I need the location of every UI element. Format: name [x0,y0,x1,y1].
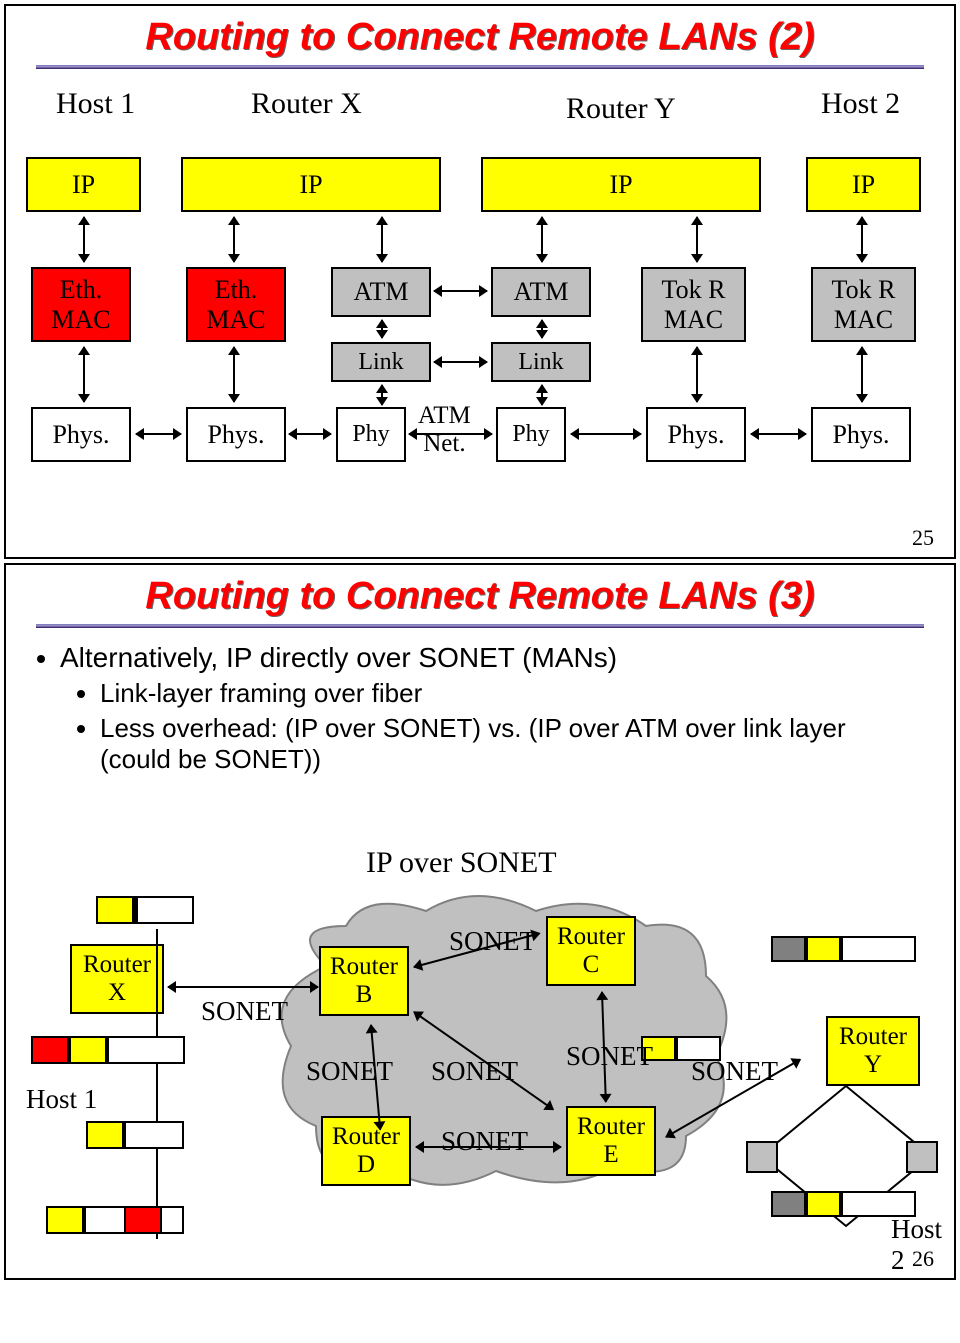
bullet-1: Alternatively, IP directly over SONET (M… [60,642,914,674]
phys-box-1: Phys. [31,407,131,462]
router-d: Router D [321,1116,411,1186]
ip-over-sonet-heading: IP over SONET [366,846,557,880]
arrow-v [83,217,85,262]
bullet-1a: Link-layer framing over fiber [100,678,914,709]
phys-box-2: Phys. [186,407,286,462]
tokrmac-box-1: Tok R MAC [641,267,746,342]
bullet-list: Alternatively, IP directly over SONET (M… [26,636,934,775]
router-c: Router C [546,916,636,986]
atm-box-2: ATM [491,267,591,317]
title-rule [36,624,924,628]
router-x: Router X [70,944,164,1014]
ip-box-1: IP [26,157,141,212]
arrow-h [136,433,181,435]
ip-box-3: IP [481,157,761,212]
ethmac-box-1: Eth. MAC [31,267,131,342]
slide2-body: Alternatively, IP directly over SONET (M… [26,636,934,1256]
pkt-box [806,1191,841,1217]
arrow-h [434,290,487,292]
bullet-1b: Less overhead: (IP over SONET) vs. (IP o… [100,713,914,775]
arrow-h [434,361,487,363]
tokrmac-box-2: Tok R MAC [811,267,916,342]
ethmac-box-2: Eth. MAC [186,267,286,342]
arrow-v [83,347,85,402]
arrow-v [381,320,383,338]
bus-line [156,929,158,1239]
sonet-label: SONET [691,1056,778,1087]
label-host1: Host 1 [26,1084,97,1115]
arrow-h [289,433,331,435]
ip-box-4: IP [806,157,921,212]
slide1-body: Host 1 Router X Router Y Host 2 IP IP IP… [26,77,934,557]
pkt-box [771,936,806,962]
phys-box-3: Phys. [646,407,746,462]
arrow-v [541,320,543,338]
pkt-box [107,1036,185,1064]
pkt-box [69,1036,107,1064]
pkt-box [134,896,194,924]
arrow-v [861,347,863,402]
arrow-v [696,217,698,262]
pkt-box [806,936,841,962]
pkt-box [96,896,134,924]
label-routery: Router Y [566,92,676,126]
arrow-v [696,347,698,402]
slide-2: Routing to Connect Remote LANs (3) Alter… [4,563,956,1280]
arrow-v [381,217,383,262]
link-box-2: Link [491,342,591,382]
sonet-label: SONET [201,996,288,1027]
node-box [746,1141,778,1173]
label-routerx: Router X [251,87,362,121]
arrow-h [571,433,641,435]
phys-box-4: Phys. [811,407,911,462]
phy-box-2: Phy [496,407,566,462]
arrow-v [861,217,863,262]
ip-box-2: IP [181,157,441,212]
pkt-box [86,1121,124,1149]
arrow-v [541,217,543,262]
arrow-v [233,217,235,262]
title-rule [36,65,924,69]
pkt-box [31,1036,69,1064]
arrow-diag [168,986,318,988]
pkt-box [124,1121,184,1149]
page-number: 25 [912,525,934,551]
label-host1: Host 1 [56,87,135,121]
router-e: Router E [566,1106,656,1176]
label-host2: Host 2 [821,87,900,121]
router-b: Router B [319,946,409,1016]
pkt-box [841,936,916,962]
atm-box-1: ATM [331,267,431,317]
sonet-label: SONET [566,1041,653,1072]
slide-title: Routing to Connect Remote LANs (3) [6,565,954,624]
node-box [906,1141,938,1173]
arrow-v [381,385,383,405]
pkt-box [46,1206,84,1234]
phy-box-1: Phy [336,407,406,462]
slide-title: Routing to Connect Remote LANs (2) [6,6,954,65]
arrow-v [233,347,235,402]
pkt-box [124,1206,162,1234]
arrow-h [409,433,492,435]
slide-1: Routing to Connect Remote LANs (2) Host … [4,4,956,559]
atmnet-label: ATM Net. [418,402,471,458]
link-box-1: Link [331,342,431,382]
line [136,896,138,924]
arrow-h [751,433,806,435]
sonet-label: SONET [441,1126,528,1157]
sonet-label: SONET [431,1056,518,1087]
arrow-v [541,385,543,405]
pkt-box [771,1191,806,1217]
arrow-diag [416,1146,561,1148]
page-number: 26 [912,1246,934,1272]
sonet-label: SONET [306,1056,393,1087]
